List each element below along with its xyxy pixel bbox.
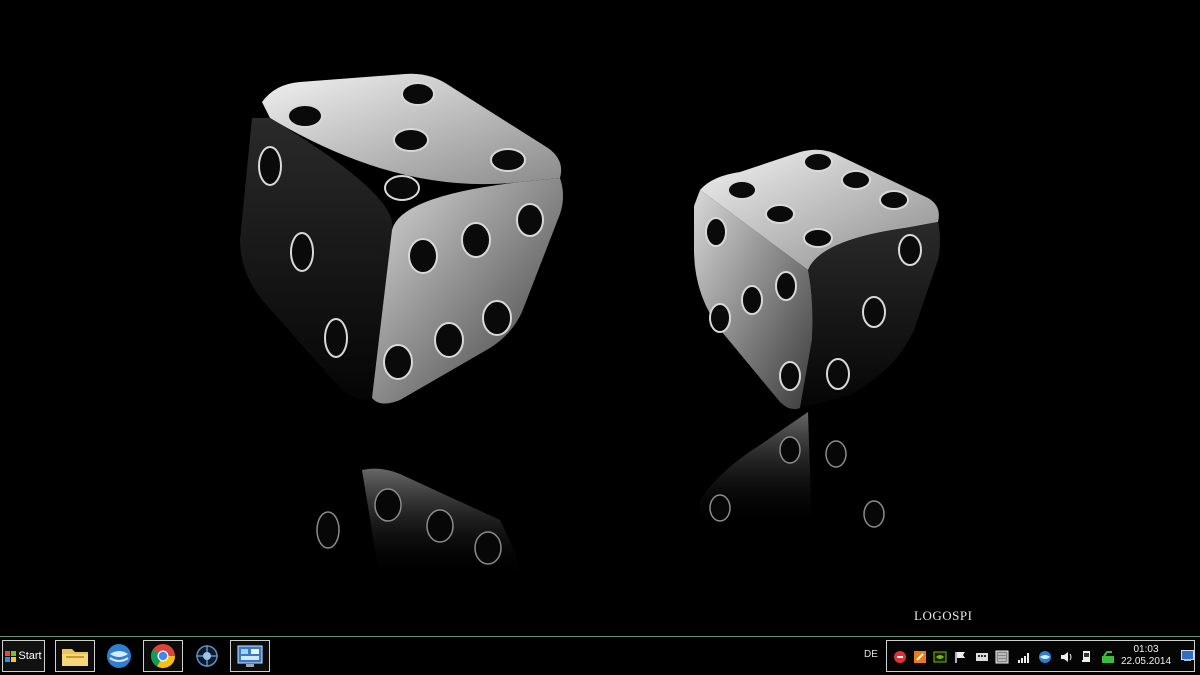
- flag-icon[interactable]: [953, 650, 967, 664]
- clock-time: 01:03: [1133, 644, 1159, 655]
- system-clock[interactable]: 01:03 22.05.2014: [1117, 644, 1175, 668]
- windows-logo-icon: [5, 650, 17, 662]
- small-die: [694, 149, 940, 410]
- start-label: Start: [18, 650, 42, 662]
- taskbar-chrome[interactable]: [143, 640, 183, 672]
- emblem-icon: [196, 645, 218, 667]
- dice-wallpaper: [240, 73, 940, 580]
- language-indicator[interactable]: DE: [864, 649, 878, 660]
- taskbar: Start DE 01:03 22.05.2014: [0, 636, 1200, 675]
- control-panel-icon: [237, 645, 263, 667]
- keyboard-icon[interactable]: [975, 650, 989, 664]
- network-icon[interactable]: [1038, 650, 1052, 664]
- dice-reflection: [316, 412, 885, 580]
- usb-icon[interactable]: [1079, 650, 1093, 664]
- signal-icon[interactable]: [1017, 650, 1031, 664]
- system-tray: 01:03 22.05.2014: [886, 640, 1195, 672]
- nvidia-icon[interactable]: [933, 650, 947, 664]
- taskbar-mail-client[interactable]: [99, 640, 139, 672]
- desktop[interactable]: LOGOSPI: [0, 0, 1200, 636]
- folder-icon: [62, 649, 88, 666]
- taskbar-game-app[interactable]: [187, 640, 227, 672]
- display-icon[interactable]: [995, 650, 1009, 664]
- taskbar-control-panel[interactable]: [230, 640, 270, 672]
- chrome-icon: [151, 644, 175, 669]
- update-icon[interactable]: [913, 650, 927, 664]
- start-button[interactable]: Start: [2, 640, 45, 672]
- mail-icon: [107, 644, 131, 668]
- sync-icon[interactable]: [1101, 650, 1115, 664]
- large-die: [240, 73, 563, 404]
- clock-date: 22.05.2014: [1120, 656, 1172, 667]
- security-icon[interactable]: [893, 650, 907, 664]
- volume-icon[interactable]: [1059, 650, 1073, 664]
- watermark-text: LOGOSPI: [914, 608, 973, 623]
- taskbar-file-explorer[interactable]: [55, 640, 95, 672]
- show-desktop-icon[interactable]: [1181, 650, 1194, 661]
